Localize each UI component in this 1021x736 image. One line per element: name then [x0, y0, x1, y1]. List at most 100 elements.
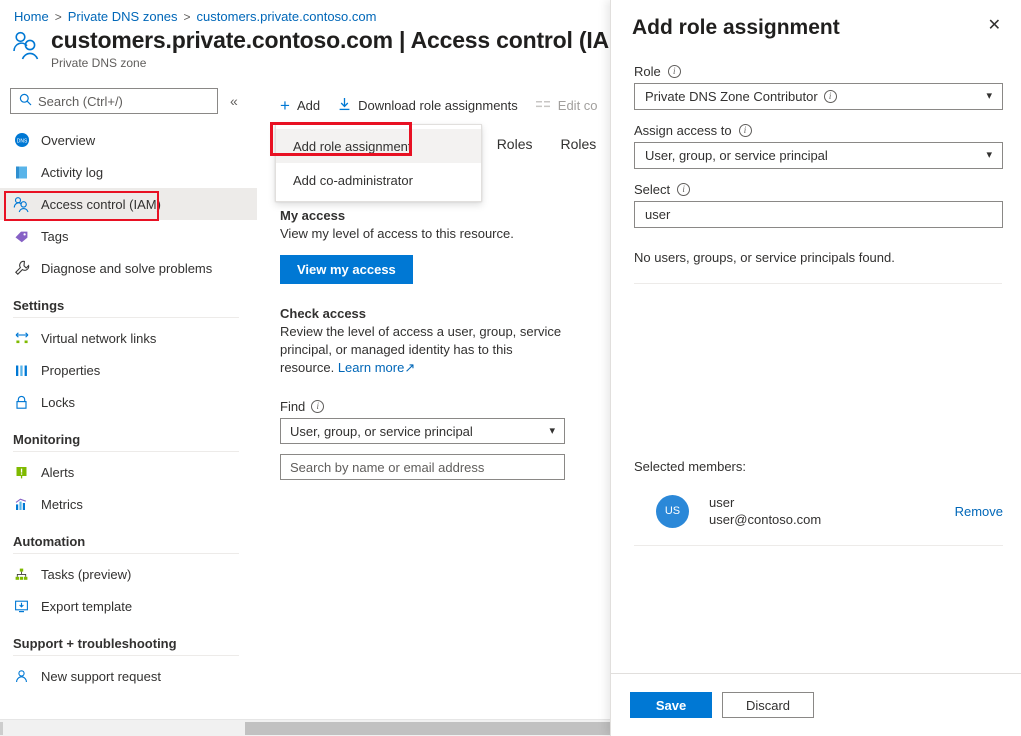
sidebar-item-label: Alerts	[41, 465, 74, 480]
download-role-assignments-button[interactable]: Download role assignments	[338, 97, 518, 114]
add-dropdown-menu: Add role assignment Add co-administrator	[275, 124, 482, 202]
assign-access-to-label: Assign access to	[634, 123, 732, 138]
scrollbar-thumb[interactable]	[245, 722, 610, 735]
sidebar-group-title-settings: Settings	[0, 284, 257, 317]
download-arrow-icon	[338, 97, 351, 114]
sidebar-item-properties[interactable]: Properties	[0, 354, 257, 386]
role-dropdown[interactable]: Private DNS Zone Contributor i ▾	[634, 83, 1003, 110]
columns-icon	[536, 98, 551, 113]
sidebar-group-title-support-troubleshooting: Support + troubleshooting	[0, 622, 257, 655]
breadcrumb-item-home[interactable]: Home	[14, 9, 49, 24]
sidebar-item-label: Access control (IAM)	[41, 197, 161, 212]
breadcrumb-item-private-dns-zones[interactable]: Private DNS zones	[68, 9, 178, 24]
check-access-description: Review the level of access a user, group…	[280, 323, 565, 377]
sidebar-item-overview[interactable]: DNS Overview	[0, 124, 257, 156]
sidebar-item-label: New support request	[41, 669, 161, 684]
edit-columns-button: Edit co	[536, 98, 598, 113]
sidebar-search-row: «	[0, 88, 257, 114]
info-icon[interactable]: i	[739, 124, 752, 137]
find-search-wrapper[interactable]	[280, 454, 565, 480]
tasks-tree-icon	[13, 566, 30, 583]
sidebar-item-label: Properties	[41, 363, 100, 378]
info-icon[interactable]: i	[311, 400, 324, 413]
sidebar-nav-list: DNS Overview Activity log	[0, 124, 257, 692]
chevron-down-icon: ▾	[986, 150, 992, 161]
menu-item-add-role-assignment[interactable]: Add role assignment	[276, 129, 481, 163]
breadcrumb: Home > Private DNS zones > customers.pri…	[14, 9, 376, 24]
info-icon[interactable]: i	[677, 183, 690, 196]
divider	[13, 451, 239, 452]
my-access-heading: My access	[280, 208, 610, 223]
tab-roles[interactable]: Roles	[497, 136, 533, 158]
add-role-assignment-panel: Add role assignment ✕ Role i Private DNS…	[610, 0, 1021, 736]
find-search-input[interactable]	[290, 460, 555, 475]
add-button-label: Add	[297, 98, 320, 113]
sidebar-item-locks[interactable]: Locks	[0, 386, 257, 418]
sidebar-item-activity-log[interactable]: Activity log	[0, 156, 257, 188]
sidebar-group-title-automation: Automation	[0, 520, 257, 553]
sidebar-group-title-monitoring: Monitoring	[0, 418, 257, 451]
discard-button[interactable]: Discard	[722, 692, 814, 718]
sidebar-item-alerts[interactable]: Alerts	[0, 456, 257, 488]
view-my-access-button[interactable]: View my access	[280, 255, 413, 284]
access-control-users-icon	[13, 196, 30, 213]
divider	[13, 655, 239, 656]
breadcrumb-separator: >	[184, 10, 191, 24]
sidebar-item-label: Diagnose and solve problems	[41, 261, 212, 276]
page-title-row: customers.private.contoso.com | Access c…	[12, 26, 628, 70]
select-input-wrapper[interactable]	[634, 201, 1003, 228]
horizontal-scrollbar[interactable]	[0, 719, 610, 736]
sidebar-item-tasks-preview[interactable]: Tasks (preview)	[0, 558, 257, 590]
sidebar-item-metrics[interactable]: Metrics	[0, 488, 257, 520]
breadcrumb-item-zone[interactable]: customers.private.contoso.com	[197, 9, 377, 24]
add-button[interactable]: + Add	[280, 97, 320, 114]
export-template-icon	[13, 598, 30, 615]
download-role-assignments-label: Download role assignments	[358, 98, 518, 113]
sidebar-item-label: Overview	[41, 133, 95, 148]
close-icon[interactable]: ✕	[986, 14, 1003, 38]
info-icon[interactable]: i	[668, 65, 681, 78]
access-control-users-icon	[12, 30, 42, 62]
sidebar-item-access-control-iam[interactable]: Access control (IAM)	[0, 188, 257, 220]
sidebar-item-label: Metrics	[41, 497, 83, 512]
activity-log-icon	[13, 164, 30, 181]
remove-member-link[interactable]: Remove	[955, 504, 1003, 519]
assign-access-to-dropdown[interactable]: User, group, or service principal ▾	[634, 142, 1003, 169]
divider	[13, 553, 239, 554]
sidebar-item-label: Locks	[41, 395, 75, 410]
panel-form: Role i Private DNS Zone Contributor i ▾ …	[611, 42, 1021, 228]
save-button[interactable]: Save	[630, 692, 712, 718]
tab-roles-secondary[interactable]: Roles	[560, 136, 596, 158]
find-label: Find	[280, 399, 305, 414]
plus-icon: +	[280, 97, 290, 114]
sidebar-item-diagnose-and-solve-problems[interactable]: Diagnose and solve problems	[0, 252, 257, 284]
avatar: US	[656, 495, 689, 528]
chevron-double-left-icon[interactable]: «	[226, 92, 242, 110]
sidebar-item-export-template[interactable]: Export template	[0, 590, 257, 622]
sidebar: « DNS Overview Activ	[0, 88, 257, 716]
no-results-message: No users, groups, or service principals …	[611, 228, 1021, 265]
sidebar-item-label: Tags	[41, 229, 68, 244]
sidebar-item-virtual-network-links[interactable]: Virtual network links	[0, 322, 257, 354]
find-type-dropdown[interactable]: User, group, or service principal ▾	[280, 418, 565, 444]
find-label-row: Find i	[280, 399, 610, 414]
search-input-wrapper[interactable]	[10, 88, 218, 114]
alert-bell-icon	[13, 464, 30, 481]
learn-more-link[interactable]: Learn more	[338, 360, 404, 375]
sidebar-item-tags[interactable]: Tags	[0, 220, 257, 252]
search-input[interactable]	[38, 94, 203, 109]
list-item: US user user@contoso.com Remove	[634, 494, 1003, 528]
panel-footer: Save Discard	[611, 673, 1021, 736]
breadcrumb-separator: >	[55, 10, 62, 24]
chevron-down-icon: ▾	[986, 91, 992, 102]
divider	[634, 283, 1002, 284]
sidebar-item-label: Export template	[41, 599, 132, 614]
selected-members-label: Selected members:	[634, 459, 746, 474]
info-icon[interactable]: i	[824, 90, 837, 103]
menu-item-add-co-administrator[interactable]: Add co-administrator	[276, 163, 481, 197]
external-link-icon: ↗	[404, 360, 415, 375]
select-input[interactable]	[645, 207, 992, 222]
sidebar-item-new-support-request[interactable]: New support request	[0, 660, 257, 692]
edit-columns-label: Edit co	[558, 98, 598, 113]
role-label: Role	[634, 64, 661, 79]
